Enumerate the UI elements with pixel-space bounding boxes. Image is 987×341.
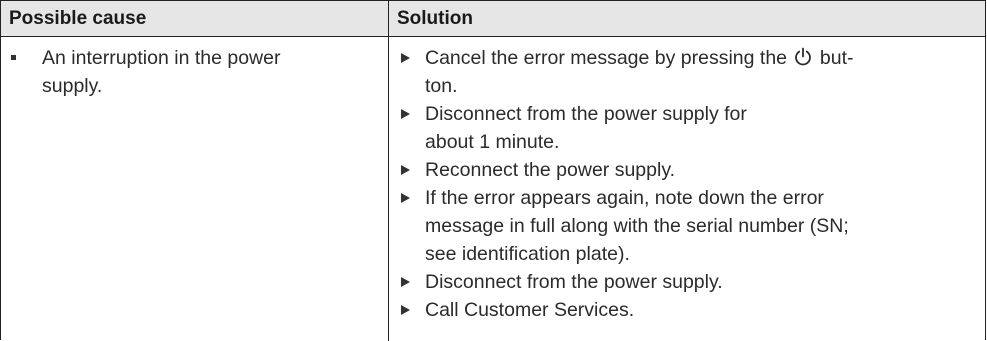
arrow-bullet-icon bbox=[401, 109, 410, 119]
table-header-row: Possible cause Solution bbox=[1, 1, 985, 37]
solution-step: Reconnect the power supply. bbox=[397, 156, 982, 184]
step-line: Disconnect from the power supply for bbox=[425, 103, 747, 125]
solution-step: Disconnect from the power supply. bbox=[397, 268, 982, 296]
arrow-bullet-icon bbox=[401, 277, 410, 287]
step-text: but- bbox=[819, 47, 854, 69]
step-line: Disconnect from the power supply. bbox=[425, 271, 723, 293]
header-possible-cause: Possible cause bbox=[9, 8, 147, 29]
arrow-bullet-icon bbox=[401, 53, 410, 63]
solution-steps: Cancel the error message by pressing the… bbox=[397, 44, 982, 324]
step-line: If the error appears again, note down th… bbox=[425, 187, 824, 209]
step-line: message in full along with the serial nu… bbox=[425, 215, 849, 237]
troubleshooting-table: Possible cause Solution An interruption … bbox=[0, 0, 986, 341]
step-line: about 1 minute. bbox=[425, 131, 560, 153]
step-line: ton. bbox=[425, 75, 458, 97]
arrow-bullet-icon bbox=[401, 305, 410, 315]
cause-line: An interruption in the power bbox=[42, 47, 281, 69]
solution-step: Call Customer Services. bbox=[397, 296, 982, 324]
column-divider bbox=[388, 1, 389, 341]
step-text: Cancel the error message by pressing the bbox=[425, 47, 788, 69]
step-line: see identification plate). bbox=[425, 243, 630, 265]
header-solution: Solution bbox=[397, 8, 473, 29]
square-bullet-icon bbox=[11, 55, 16, 60]
cause-line: supply. bbox=[42, 75, 103, 97]
step-line: Call Customer Services. bbox=[425, 299, 635, 321]
cause-text: An interruption in the power supply. bbox=[42, 44, 377, 100]
arrow-bullet-icon bbox=[401, 165, 410, 175]
arrow-bullet-icon bbox=[401, 193, 410, 203]
step-line: Reconnect the power supply. bbox=[425, 159, 676, 181]
solution-step: If the error appears again, note down th… bbox=[397, 184, 982, 268]
solution-step: Cancel the error message by pressing the… bbox=[397, 44, 982, 100]
solution-step: Disconnect from the power supply for abo… bbox=[397, 100, 982, 156]
power-icon bbox=[795, 47, 812, 66]
step-line: Cancel the error message by pressing the… bbox=[425, 44, 982, 72]
